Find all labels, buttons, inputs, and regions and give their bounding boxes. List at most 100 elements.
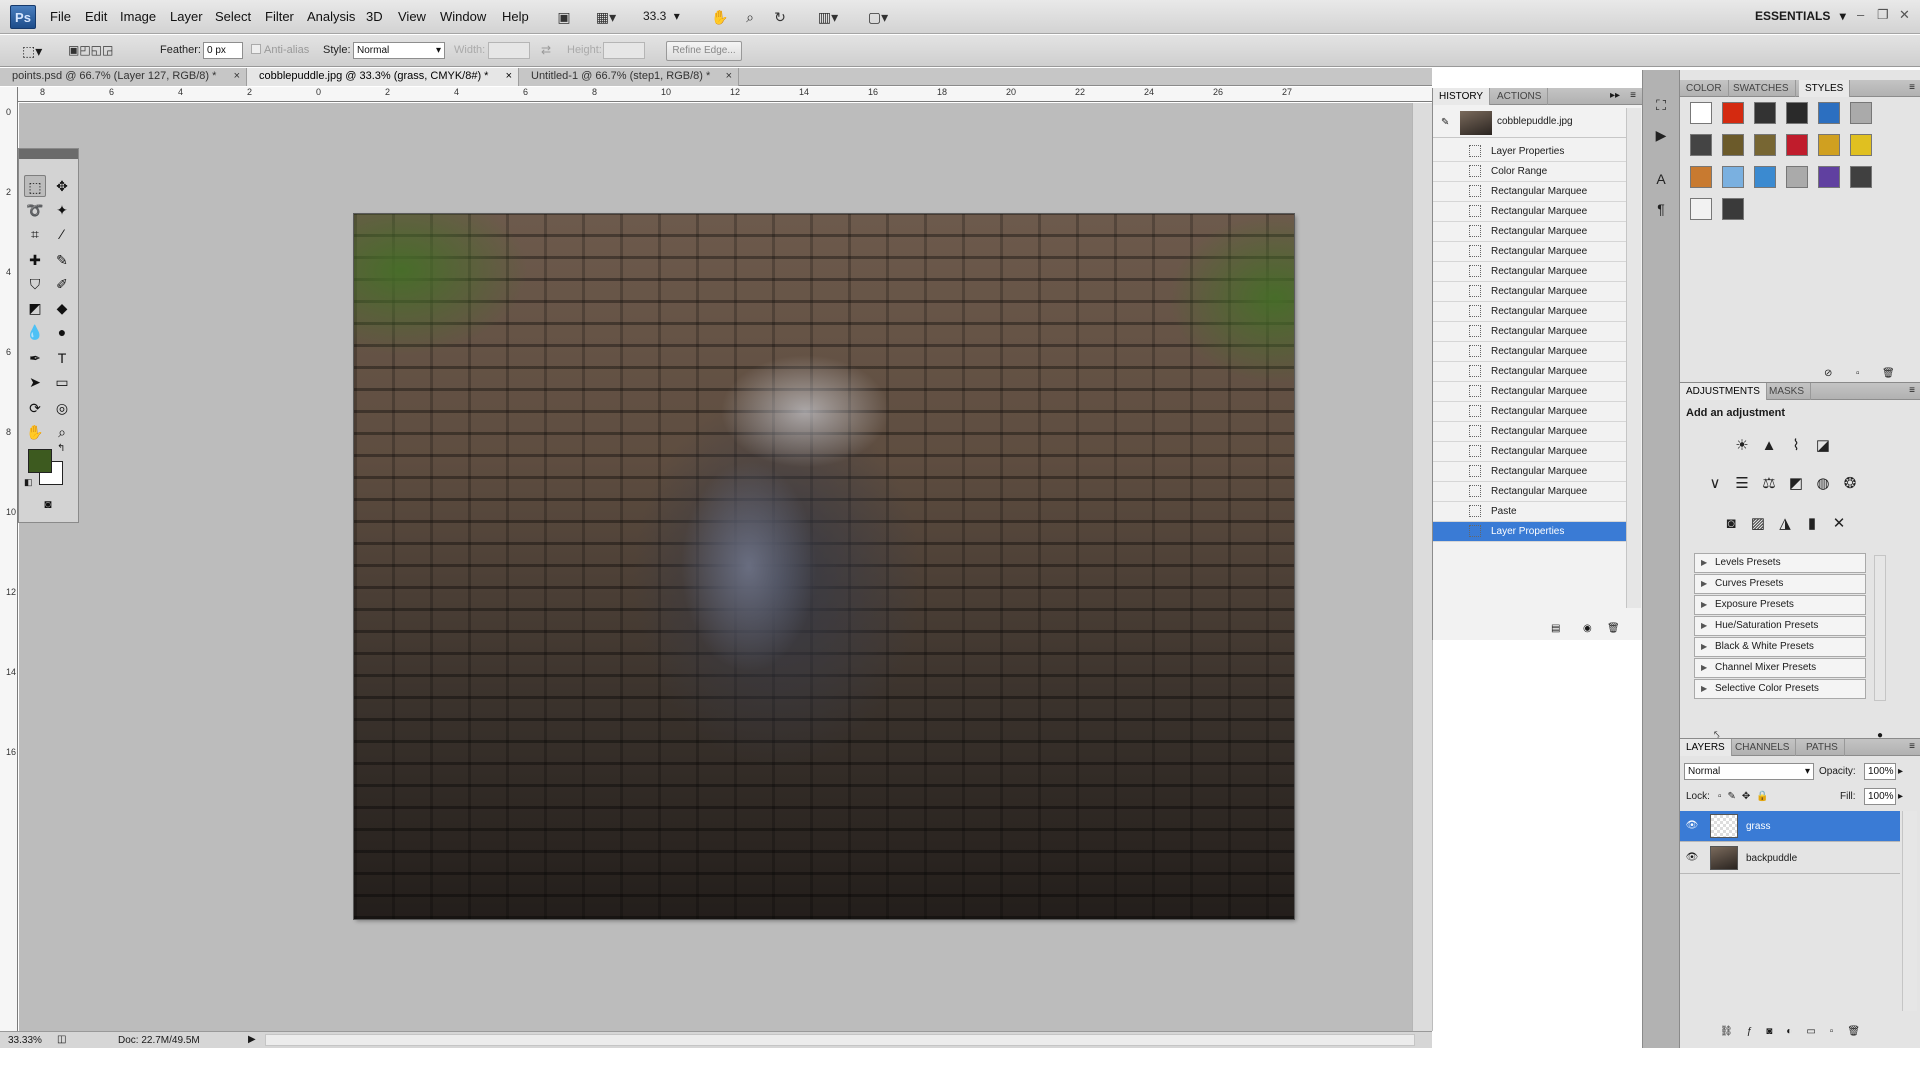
3d-rotate-tool-icon[interactable]: ⟳ [24,397,46,419]
history-state[interactable]: Rectangular Marquee [1433,322,1626,342]
layers-footer-icons[interactable]: ⛓ƒ◙◐▭▫🗑 [1720,1026,1874,1037]
style-swatch[interactable] [1722,102,1744,124]
menu-file[interactable]: File [50,9,71,24]
restore-icon[interactable]: ❐ [1877,7,1889,23]
channel-mixer-icon[interactable]: ❂ [1839,473,1861,495]
refine-edge-button[interactable]: Refine Edge... [666,41,742,61]
zoom-level-field[interactable]: 33.3 ▾ [643,9,680,23]
menu-filter[interactable]: Filter [265,9,294,24]
actions-panel-icon[interactable]: ▶ [1649,124,1673,146]
exposure-icon[interactable]: ◪ [1812,435,1834,457]
history-brush-source-icon[interactable]: ✎ [1441,117,1449,128]
tab-history[interactable]: HISTORY [1433,88,1491,105]
tab-layers[interactable]: LAYERS [1680,739,1732,756]
history-state[interactable]: Rectangular Marquee [1433,342,1626,362]
history-state[interactable]: Rectangular Marquee [1433,302,1626,322]
menu-view[interactable]: View [398,9,426,24]
menu-help[interactable]: Help [502,9,529,24]
bridge-icon[interactable]: ▣ [552,6,576,28]
history-state[interactable]: Rectangular Marquee [1433,202,1626,222]
height-input[interactable] [603,42,645,59]
foreground-color-swatch[interactable] [28,449,52,473]
history-state[interactable]: Rectangular Marquee [1433,382,1626,402]
style-swatch[interactable] [1818,102,1840,124]
menu-layer[interactable]: Layer [170,9,203,24]
tab-styles[interactable]: STYLES [1799,80,1851,97]
preset-row[interactable]: Levels Presets [1694,553,1866,573]
antialias-checkbox[interactable] [251,44,261,54]
history-state[interactable]: Paste [1433,502,1626,522]
tab-points-psd[interactable]: points.psd @ 66.7% (Layer 127, RGB/8) * … [0,68,247,86]
tab-actions[interactable]: ACTIONS [1491,88,1549,105]
history-state[interactable]: Rectangular Marquee [1433,282,1626,302]
history-panel-icon[interactable]: ⛶ [1649,94,1673,116]
menu-3d[interactable]: 3D [366,9,383,24]
color-balance-icon[interactable]: ⚖ [1758,473,1780,495]
style-swatch[interactable] [1754,102,1776,124]
tab-untitled-1[interactable]: Untitled-1 @ 66.7% (step1, RGB/8) * × [519,68,739,86]
visibility-eye-icon[interactable]: 👁 [1685,852,1699,864]
preset-row[interactable]: Hue/Saturation Presets [1694,616,1866,636]
blend-mode-select[interactable]: Normal ▾ [1684,763,1814,780]
selection-mode-icons[interactable]: ▣◰◱◲ [68,41,142,59]
history-state[interactable]: Rectangular Marquee [1433,222,1626,242]
style-swatch[interactable] [1722,166,1744,188]
eraser-tool-icon[interactable]: ◩ [24,297,46,319]
status-menu-arrow-icon[interactable]: ▶ [248,1034,256,1045]
pen-tool-icon[interactable]: ✒ [24,347,46,369]
history-state[interactable]: Layer Properties [1433,522,1626,542]
view-extras-icon[interactable]: ▦▾ [588,6,624,28]
vertical-ruler[interactable]: 0 2 4 6 8 10 12 14 16 [0,87,18,1031]
screen-mode-icon[interactable]: ▢▾ [860,6,896,28]
new-snapshot-icon[interactable]: ◉ [1583,623,1592,634]
document-image[interactable] [354,214,1294,919]
presets-scrollbar[interactable] [1874,555,1886,701]
workspace-switcher[interactable]: ESSENTIALS ▾ [1755,9,1846,23]
panel-menu-icon[interactable]: ≡ [1909,82,1915,93]
zoom-tool-icon[interactable]: ⌕ [51,421,73,443]
history-state[interactable]: Layer Properties [1433,142,1626,162]
history-state[interactable]: Color Range [1433,162,1626,182]
default-colors-icon[interactable]: ◧ [24,477,33,488]
quick-mask-icon[interactable]: ◙ [37,493,59,515]
history-state[interactable]: Rectangular Marquee [1433,422,1626,442]
style-swatch[interactable] [1722,134,1744,156]
tab-cobblepuddle[interactable]: cobblepuddle.jpg @ 33.3% (grass, CMYK/8#… [247,68,519,86]
marquee-preset-icon[interactable]: ⬚▾ [22,40,56,62]
curves-icon[interactable]: ⌇ [1785,435,1807,457]
arrange-documents-icon[interactable]: ▥▾ [810,6,846,28]
magic-wand-tool-icon[interactable]: ✦ [51,199,73,221]
dodge-tool-icon[interactable]: ● [51,321,73,343]
layer-row[interactable]: 👁 backpuddle [1680,843,1900,874]
hue-saturation-icon[interactable]: ☰ [1731,473,1753,495]
horizontal-scrollbar[interactable] [265,1034,1415,1046]
preset-row[interactable]: Exposure Presets [1694,595,1866,615]
menu-analysis[interactable]: Analysis [307,9,355,24]
threshold-icon[interactable]: ◮ [1774,513,1796,535]
history-state[interactable]: Rectangular Marquee [1433,362,1626,382]
eyedropper-tool-icon[interactable]: ⁄ [51,223,73,245]
menu-window[interactable]: Window [440,9,486,24]
brightness-contrast-icon[interactable]: ☀ [1731,435,1753,457]
tab-paths[interactable]: PATHS [1800,739,1845,756]
blur-tool-icon[interactable]: 💧 [24,321,46,343]
style-swatch[interactable] [1754,134,1776,156]
tab-close-icon[interactable]: × [506,68,512,85]
style-swatch[interactable] [1690,134,1712,156]
healing-brush-tool-icon[interactable]: ✚ [24,249,46,271]
style-swatch[interactable] [1786,102,1808,124]
hand-tool-icon[interactable]: ✋ [24,421,46,443]
levels-icon[interactable]: ▲ [1758,435,1780,457]
fill-input[interactable]: 100% [1864,788,1896,805]
style-swatch[interactable] [1690,198,1712,220]
history-state[interactable]: Rectangular Marquee [1433,442,1626,462]
rectangle-tool-icon[interactable]: ▭ [51,371,73,393]
type-tool-icon[interactable]: T [51,347,73,369]
tab-swatches[interactable]: SWATCHES [1727,80,1796,97]
style-swatch[interactable] [1786,134,1808,156]
black-white-icon[interactable]: ◩ [1785,473,1807,495]
crop-tool-icon[interactable]: ⌗ [24,223,46,245]
layers-scrollbar[interactable] [1902,811,1917,1011]
paint-bucket-tool-icon[interactable]: ◆ [51,297,73,319]
panel-menu-icon[interactable]: ≡ [1630,90,1636,101]
